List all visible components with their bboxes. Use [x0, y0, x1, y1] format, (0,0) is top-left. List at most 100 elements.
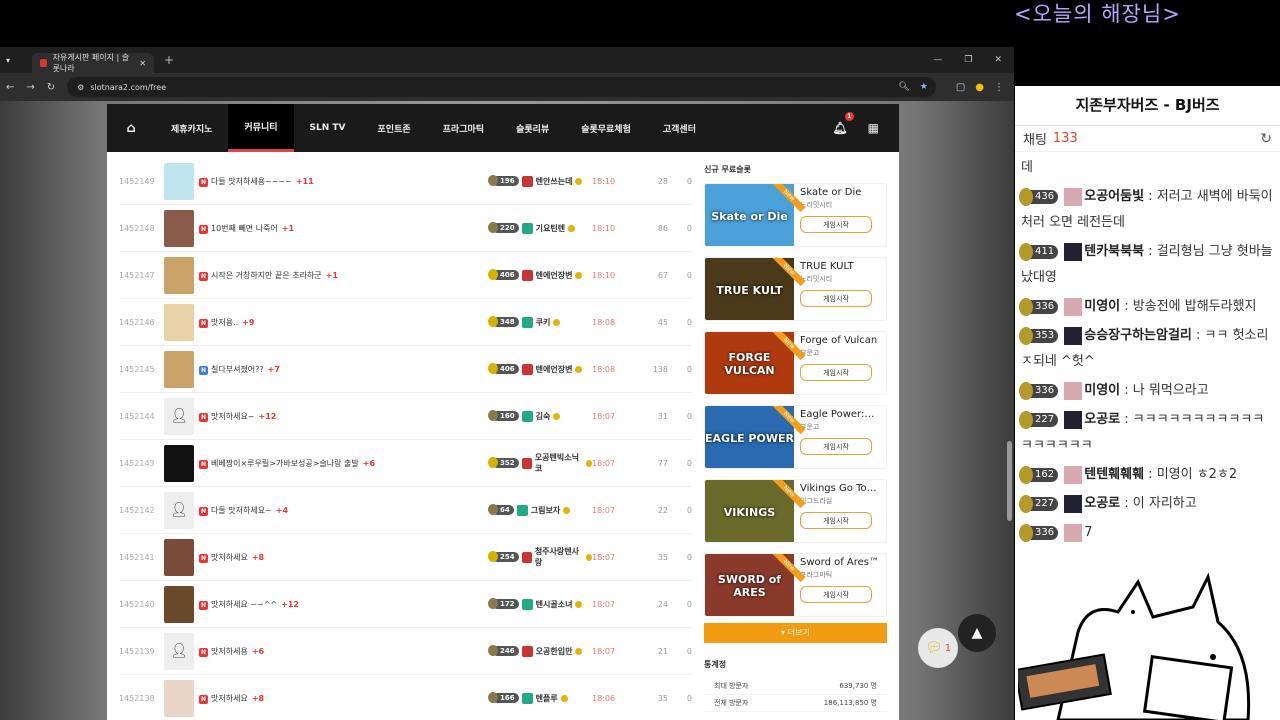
post-title-cell[interactable]: N 맛저하세요 +8: [199, 552, 492, 563]
start-game-button[interactable]: 게임시작: [800, 438, 872, 455]
new-tab-icon[interactable]: +: [164, 53, 174, 67]
menu-icon[interactable]: ⋮: [994, 82, 1004, 93]
post-thumbnail[interactable]: [164, 350, 194, 388]
post-title-cell[interactable]: N 맛저하세요~ +12: [199, 411, 492, 422]
close-window-icon[interactable]: ✕: [994, 55, 1002, 65]
post-author[interactable]: 254 청주사랑텐사랑: [488, 546, 592, 568]
post-title-cell[interactable]: N 칠다부셔졌어?? +7: [199, 364, 492, 375]
profile-icon[interactable]: ●: [975, 82, 984, 93]
game-thumbnail[interactable]: SWORD of ARES: [705, 554, 794, 616]
post-row[interactable]: 1452138 N 맛저하세요 +8 166 텐플루 18:06 35 0: [119, 675, 692, 720]
post-title-cell[interactable]: N 맛저용.. +9: [199, 317, 492, 328]
nav-item-support[interactable]: 고객센터: [647, 104, 712, 152]
post-thumbnail[interactable]: 👤︎: [164, 632, 194, 670]
nav-item-slot-review[interactable]: 슬롯리뷰: [500, 104, 565, 152]
nav-item-free-slot[interactable]: 슬롯무료체험: [565, 104, 647, 152]
post-author[interactable]: 220 기요틴텐: [488, 222, 592, 234]
post-title-cell[interactable]: N 맛저하세요 ~~^^ +12: [199, 599, 492, 610]
post-author[interactable]: 172 텐시골소녀: [488, 598, 592, 610]
chat-nick[interactable]: 오공로: [1084, 496, 1120, 511]
minimize-icon[interactable]: —: [933, 55, 942, 65]
start-game-button[interactable]: 게임시작: [800, 512, 872, 529]
home-icon[interactable]: ⌂: [107, 121, 155, 136]
post-title[interactable]: 맛저하세요~: [211, 412, 255, 421]
post-row[interactable]: 1452149 N 다들 맛저하세용~~~~ +11 196 텐안쓰는데 18:10…: [119, 158, 692, 205]
post-title-cell[interactable]: N 시작은 거창하지만 끝은 초라하군 +1: [199, 270, 492, 281]
post-thumbnail[interactable]: [164, 679, 194, 717]
post-author[interactable]: 352 오공텐빅소닉코: [488, 452, 592, 474]
post-title-cell[interactable]: N 베베짱이×루우릴>가바보성공>슬나랑 출발 +6: [199, 458, 492, 469]
post-row[interactable]: 1452147 N 시작은 거창하지만 끝은 초라하군 +1 406 텐에언장변 1…: [119, 252, 692, 299]
notification-bell-icon[interactable]: 🔔︎ 1: [832, 112, 854, 135]
post-title[interactable]: 10번째 뻬면 나죽어: [211, 224, 278, 233]
post-author[interactable]: 406 텐에언장변: [488, 269, 592, 281]
start-game-button[interactable]: 게임시작: [800, 216, 872, 233]
chat-nick[interactable]: 텐텐훼훼훼: [1084, 467, 1144, 482]
game-card[interactable]: EAGLE POWER New Eagle Power:… 부운고 게임시작: [704, 405, 887, 469]
nav-item-partner-casino[interactable]: 제휴카지노: [155, 104, 228, 152]
forward-icon[interactable]: →: [26, 82, 34, 93]
nav-item-sln-tv[interactable]: SLN TV: [294, 104, 362, 152]
start-game-button[interactable]: 게임시작: [800, 290, 872, 307]
post-thumbnail[interactable]: [164, 303, 194, 341]
post-author[interactable]: 64 그림보자: [488, 504, 592, 516]
chat-nick[interactable]: 텐카북북북: [1084, 244, 1144, 259]
post-title-cell[interactable]: N 맛저하세요 +8: [199, 693, 492, 704]
post-title[interactable]: 맛저하세요: [211, 694, 248, 703]
chat-nick[interactable]: 오공로: [1084, 412, 1120, 427]
back-icon[interactable]: ←: [6, 82, 14, 93]
post-row[interactable]: 1452148 N 10번째 뻬면 나죽어 +1 220 기요틴텐 18:10 86…: [119, 205, 692, 252]
reload-icon[interactable]: ↻: [47, 82, 55, 93]
post-title[interactable]: 맛저하세용: [211, 647, 248, 656]
post-row[interactable]: 1452141 N 맛저하세요 +8 254 청주사랑텐사랑 18:07 35 0: [119, 534, 692, 581]
post-thumbnail[interactable]: 👤︎: [164, 491, 194, 529]
post-title-cell[interactable]: N 다들 맛저하세용~~~~ +11: [199, 176, 492, 187]
post-title[interactable]: 베베짱이×루우릴>가바보성공>슬나랑 출발: [211, 459, 359, 468]
post-row[interactable]: 1452145 N 칠다부셔졌어?? +7 406 텐에언장변 18:08 138 …: [119, 346, 692, 393]
post-thumbnail[interactable]: 👤︎: [164, 397, 194, 435]
post-thumbnail[interactable]: [164, 209, 194, 247]
post-thumbnail[interactable]: [164, 444, 194, 482]
post-author[interactable]: 246 오공한입만: [488, 645, 592, 657]
post-title[interactable]: 다들 맛저하세요~: [211, 506, 272, 515]
start-game-button[interactable]: 게임시작: [800, 364, 872, 381]
post-title-cell[interactable]: N 맛저하세용 +6: [199, 646, 492, 657]
post-title[interactable]: 맛저하세요 ~~^^: [211, 600, 277, 609]
game-card[interactable]: Skate or Die New Skate or Die 노리밋시티 게임시작: [704, 183, 887, 247]
post-author[interactable]: 166 텐플루: [488, 692, 592, 704]
scroll-top-button[interactable]: ▲: [958, 614, 996, 652]
post-thumbnail[interactable]: [164, 585, 194, 623]
tab-search-icon[interactable]: ▾: [6, 56, 10, 65]
chat-nick[interactable]: 미영이: [1084, 299, 1120, 314]
game-thumbnail[interactable]: EAGLE POWER: [705, 406, 794, 468]
game-card[interactable]: FORGE VULCAN New Forge of Vulcan 부운고 게임시…: [704, 331, 887, 395]
site-info-icon[interactable]: ⚙: [77, 83, 84, 92]
post-title[interactable]: 맛저용..: [211, 318, 238, 327]
post-title[interactable]: 다들 맛저하세용~~~~: [211, 177, 292, 186]
post-author[interactable]: 196 텐안쓰는데: [488, 175, 592, 187]
chat-nick[interactable]: 승승장구하는암걸리: [1084, 328, 1192, 343]
post-author[interactable]: 160 김숙: [488, 410, 592, 422]
game-thumbnail[interactable]: Skate or Die: [705, 184, 794, 246]
post-row[interactable]: 1452139 👤︎ N 맛저하세용 +6 246 오공한입만 18:07 21 0: [119, 628, 692, 675]
url-field[interactable]: ⚙ slotnara2.com/free 🔍︎ ★: [67, 77, 936, 97]
post-row[interactable]: 1452144 👤︎ N 맛저하세요~ +12 160 김숙 18:07 31 0: [119, 393, 692, 440]
post-author[interactable]: 406 텐에언장변: [488, 363, 592, 375]
game-card[interactable]: TRUE KULT New TRUE KULT 노리밋시티 게임시작: [704, 257, 887, 321]
page-scrollbar[interactable]: [1007, 441, 1012, 521]
post-row[interactable]: 1452140 N 맛저하세요 ~~^^ +12 172 텐시골소녀 18:07 2…: [119, 581, 692, 628]
post-row[interactable]: 1452142 👤︎ N 다들 맛저하세요~ +4 64 그림보자 18:07 22…: [119, 487, 692, 534]
post-thumbnail[interactable]: [164, 256, 194, 294]
game-thumbnail[interactable]: VIKINGS: [705, 480, 794, 542]
extensions-icon[interactable]: ▢: [956, 82, 965, 93]
game-thumbnail[interactable]: TRUE KULT: [705, 258, 794, 320]
post-title-cell[interactable]: N 다들 맛저하세요~ +4: [199, 505, 492, 516]
nav-item-pragmatic[interactable]: 프라그마틱: [427, 104, 500, 152]
post-author[interactable]: 348 쿠키: [488, 316, 592, 328]
bookmark-star-icon[interactable]: ★: [920, 82, 928, 92]
chat-nick[interactable]: 오공어둠빛: [1084, 189, 1144, 204]
nav-item-community[interactable]: 커뮤니티: [228, 104, 294, 152]
post-row[interactable]: 1452143 N 베베짱이×루우릴>가바보성공>슬나랑 출발 +6 352 오공텐…: [119, 440, 692, 487]
start-game-button[interactable]: 게임시작: [800, 586, 872, 603]
post-title-cell[interactable]: N 10번째 뻬면 나죽어 +1: [199, 223, 492, 234]
